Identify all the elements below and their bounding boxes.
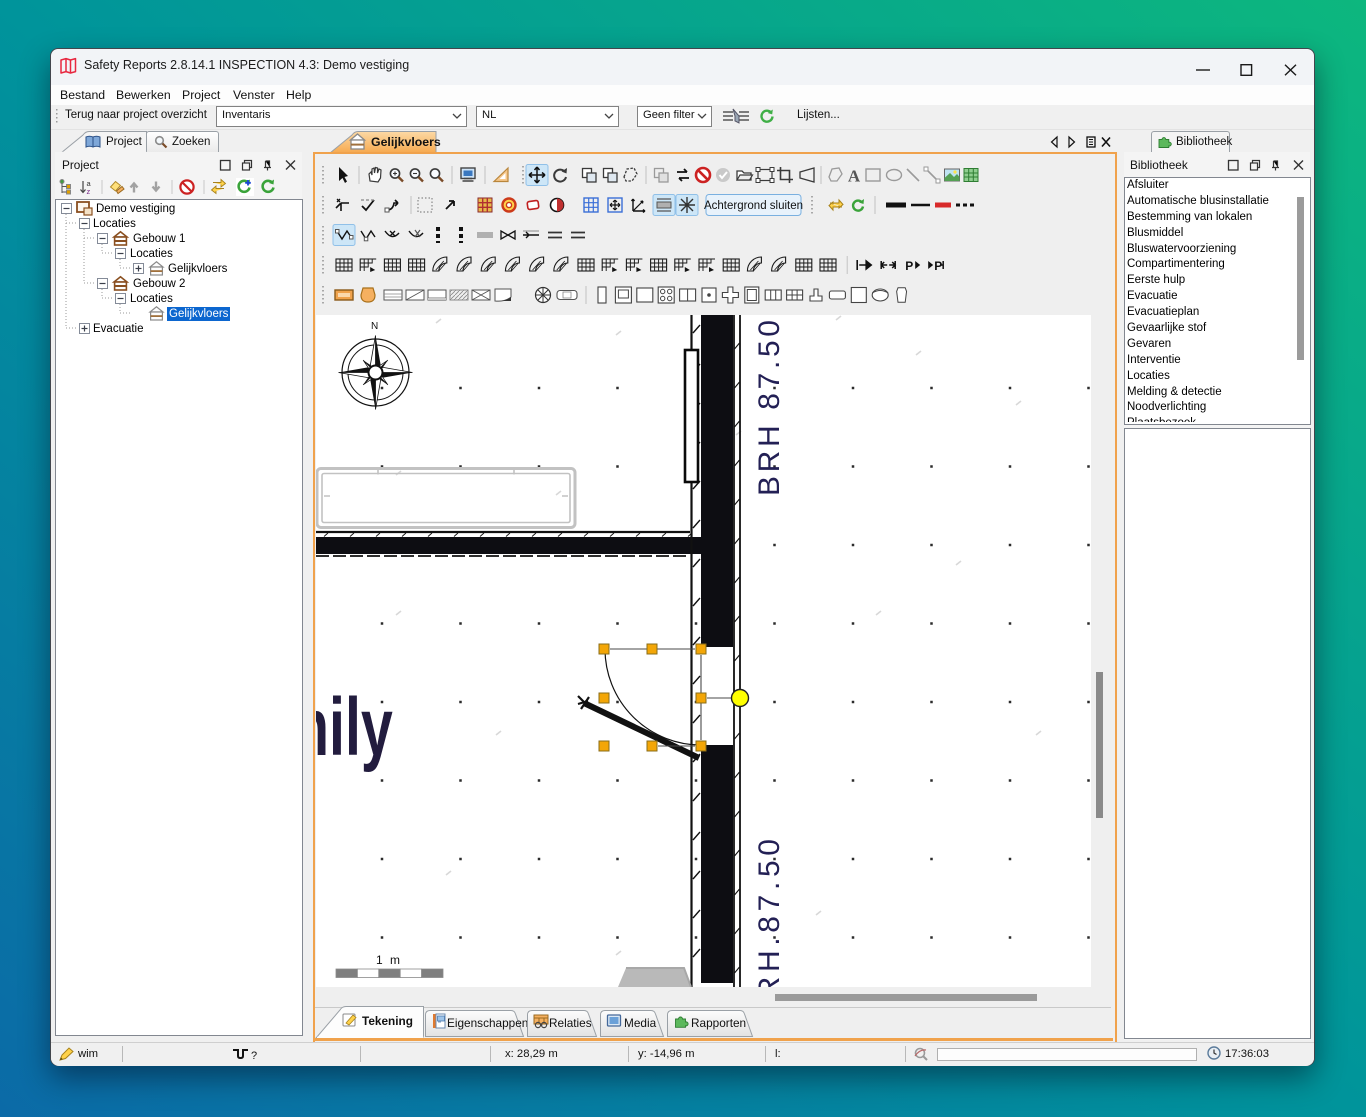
svg-text:A: A [848,167,861,186]
svg-text:BRH.87.50: BRH.87.50 [753,839,786,987]
svg-text:P: P [934,259,942,273]
svg-text:Achtergrond sluiten: Achtergrond sluiten [704,200,803,212]
svg-text:N: N [371,321,378,332]
svg-text:BRH 87.50: BRH 87.50 [753,320,786,496]
svg-text:?: ? [251,1050,257,1062]
svg-text:P: P [905,259,913,273]
svg-text:1 m: 1 m [376,953,402,967]
svg-text:z: z [87,187,91,196]
svg-text:Family: Family [316,681,393,773]
